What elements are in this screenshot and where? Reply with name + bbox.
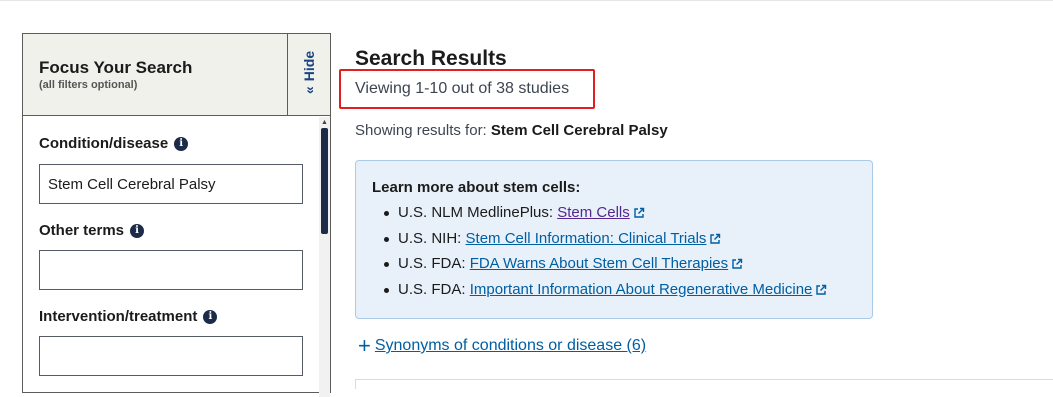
intervention-label: Intervention/treatment i	[39, 308, 218, 325]
plus-icon: +	[358, 333, 371, 358]
showing-prefix: Showing results for:	[355, 122, 487, 139]
info-box-title: Learn more about stem cells:	[372, 179, 581, 196]
source-label: U.S. FDA:	[398, 255, 466, 272]
intervention-label-text: Intervention/treatment	[39, 308, 198, 325]
list-item: U.S. FDA: Important Information About Re…	[372, 281, 827, 307]
other-terms-input[interactable]	[39, 250, 303, 290]
external-link-icon	[710, 233, 721, 244]
external-link-icon	[634, 207, 644, 218]
showing-results-for: Showing results for: Stem Cell Cerebral …	[355, 122, 668, 139]
external-link-icon	[816, 284, 827, 295]
sidebar-scrollbar[interactable]: ▲	[319, 117, 330, 397]
info-icon[interactable]: i	[203, 309, 218, 324]
filter-sidebar: Focus Your Search (all filters optional)…	[22, 33, 331, 397]
double-chevron-left-icon: «	[301, 86, 317, 94]
stem-cell-info-box: Learn more about stem cells: U.S. NLM Me…	[355, 160, 873, 319]
intervention-input[interactable]	[39, 336, 303, 376]
synonyms-toggle[interactable]: + Synonyms of conditions or disease (6)	[358, 333, 646, 358]
hide-sidebar-button[interactable]: « Hide	[287, 34, 330, 116]
info-icon[interactable]: i	[174, 136, 189, 151]
info-links-list: U.S. NLM MedlinePlus: Stem Cells U.S. NI…	[372, 204, 827, 306]
hide-label: Hide	[301, 50, 317, 82]
condition-input[interactable]	[39, 164, 303, 204]
result-card-edge	[355, 379, 1053, 389]
list-item: U.S. FDA: FDA Warns About Stem Cell Ther…	[372, 255, 827, 281]
regenerative-medicine-link[interactable]: Important Information About Regenerative…	[470, 281, 813, 298]
condition-label-text: Condition/disease	[39, 135, 169, 152]
other-terms-label: Other terms i	[39, 222, 145, 239]
external-link-icon	[732, 258, 743, 269]
source-label: U.S. FDA:	[398, 280, 466, 298]
condition-label: Condition/disease i	[39, 135, 189, 152]
stem-cells-link[interactable]: Stem Cells	[557, 204, 630, 221]
source-label: U.S. NIH:	[398, 229, 462, 247]
info-icon[interactable]: i	[130, 223, 145, 238]
list-item: U.S. NLM MedlinePlus: Stem Cells	[372, 204, 827, 230]
page-title: Search Results	[355, 47, 507, 70]
sidebar-header: Focus Your Search (all filters optional)…	[23, 34, 330, 116]
sidebar-title: Focus Your Search	[39, 58, 193, 77]
results-count: Viewing 1-10 out of 38 studies	[355, 80, 570, 97]
source-label: U.S. NLM MedlinePlus:	[398, 204, 554, 221]
scroll-thumb[interactable]	[321, 128, 328, 234]
sidebar-subtitle: (all filters optional)	[39, 79, 138, 91]
list-item: U.S. NIH: Stem Cell Information: Clinica…	[372, 230, 827, 256]
stem-cell-information-link[interactable]: Stem Cell Information: Clinical Trials	[466, 230, 707, 247]
sidebar-filters: Condition/disease i Other terms i Interv…	[23, 117, 319, 397]
fda-warns-link[interactable]: FDA Warns About Stem Cell Therapies	[470, 255, 728, 272]
synonyms-link[interactable]: Synonyms of conditions or disease (6)	[375, 337, 646, 355]
other-terms-label-text: Other terms	[39, 222, 125, 239]
showing-query: Stem Cell Cerebral Palsy	[490, 122, 668, 139]
top-divider	[0, 0, 1053, 1]
